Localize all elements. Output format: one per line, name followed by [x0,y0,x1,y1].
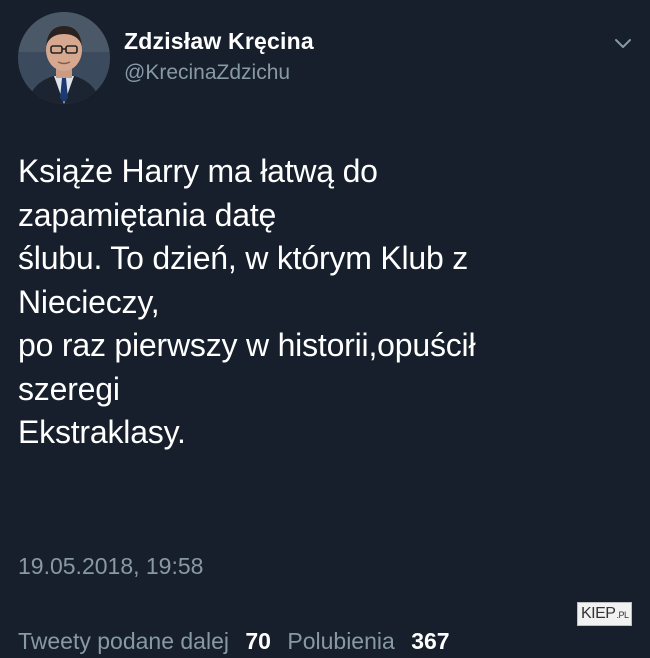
tweet-timestamp[interactable]: 19.05.2018, 19:58 [18,553,203,580]
chevron-down-icon[interactable] [612,32,634,54]
retweets-count[interactable]: 70 [245,628,271,654]
tweet-text-line: po raz pierwszy w historii,opuścił [18,327,476,363]
watermark-text: KIEP [581,605,616,622]
tweet-text-line: ślubu. To dzień, w którym Klub z [18,240,469,276]
tweet-text-line: Książe Harry ma łatwą do [18,153,378,189]
watermark-logo: KIEP.PL [577,602,633,626]
tweet-text-line: Ekstraklasy. [18,414,186,450]
tweet-text: Książe Harry ma łatwą do zapamiętania da… [18,150,618,455]
tweet-text-line: Niecieczy, [18,283,160,320]
likes-count[interactable]: 367 [411,628,449,654]
tweet-text-line: zapamiętania datę [18,196,277,233]
likes-label[interactable]: Polubienia [287,628,394,654]
tweet-text-line: szeregi [18,370,120,407]
author-name[interactable]: Zdzisław Kręcina [124,28,314,55]
tweet-header: Zdzisław Kręcina @KrecinaZdzichu [18,12,638,108]
retweets-label[interactable]: Tweety podane dalej [18,628,229,654]
author-handle[interactable]: @KrecinaZdzichu [124,61,290,85]
watermark-suffix: .PL [616,610,629,620]
tweet-stats: Tweety podane dalej 70 Polubienia 367 [18,628,638,658]
tweet-card: Zdzisław Kręcina @KrecinaZdzichu Książe … [0,0,650,654]
avatar-image [18,12,110,104]
avatar[interactable] [18,12,110,104]
